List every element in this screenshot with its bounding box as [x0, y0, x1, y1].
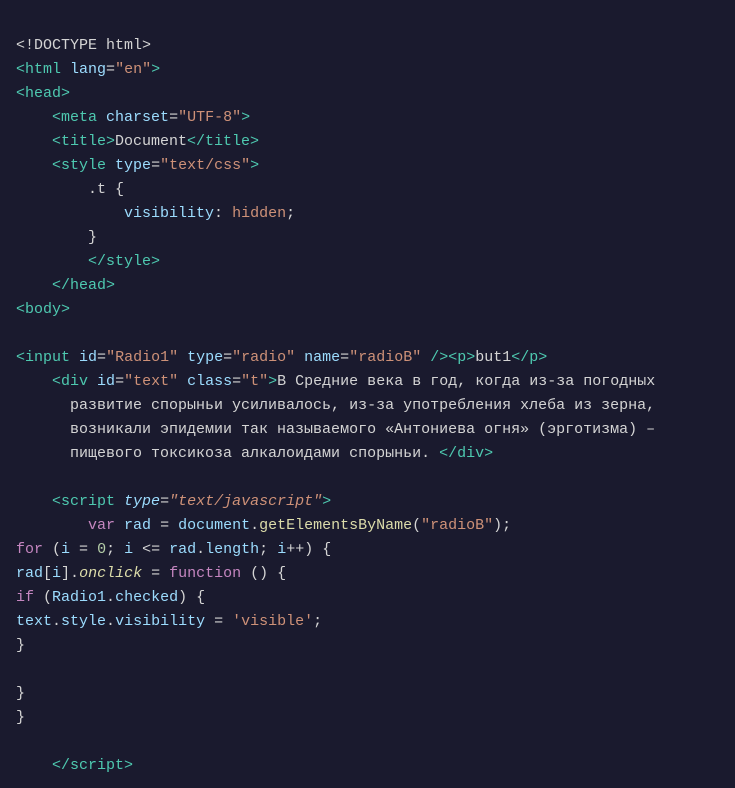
line-2: <html lang="en">	[16, 61, 160, 78]
line-19: var rad = document.getElementsByName("ra…	[16, 517, 511, 534]
line-14: <div id="text" class="t">В Средние века …	[16, 373, 655, 390]
line-3: <head>	[16, 85, 70, 102]
line-21: rad[i].onclick = function () {	[16, 565, 286, 582]
line-24: }	[16, 637, 25, 654]
line-6: <style type="text/css">	[16, 157, 259, 174]
code-editor: <!DOCTYPE html> <html lang="en"> <head> …	[16, 10, 719, 778]
line-25: }	[16, 685, 25, 702]
line-26: }	[16, 709, 25, 726]
line-7: .t {	[16, 181, 124, 198]
line-8: visibility: hidden;	[16, 205, 295, 222]
line-13: <input id="Radio1" type="radio" name="ra…	[16, 349, 547, 366]
line-22: if (Radio1.checked) {	[16, 589, 205, 606]
line-5: <title>Document</title>	[16, 133, 259, 150]
line-12: <body>	[16, 301, 70, 318]
line-11: </head>	[16, 277, 115, 294]
line-16: возникали эпидемии так называемого «Анто…	[16, 421, 655, 438]
line-18: <script type="text/javascript">	[16, 493, 331, 510]
line-15: развитие спорыньи усиливалось, из-за упо…	[16, 397, 655, 414]
line-27: </script>	[16, 757, 133, 774]
line-1: <!DOCTYPE html>	[16, 37, 151, 54]
line-20: for (i = 0; i <= rad.length; i++) {	[16, 541, 331, 558]
line-9: }	[16, 229, 97, 246]
line-4: <meta charset="UTF-8">	[16, 109, 250, 126]
line-10: </style>	[16, 253, 160, 270]
line-17: пищевого токсикоза алкалоидами спорыньи.…	[16, 445, 493, 462]
line-23: text.style.visibility = 'visible';	[16, 613, 322, 630]
